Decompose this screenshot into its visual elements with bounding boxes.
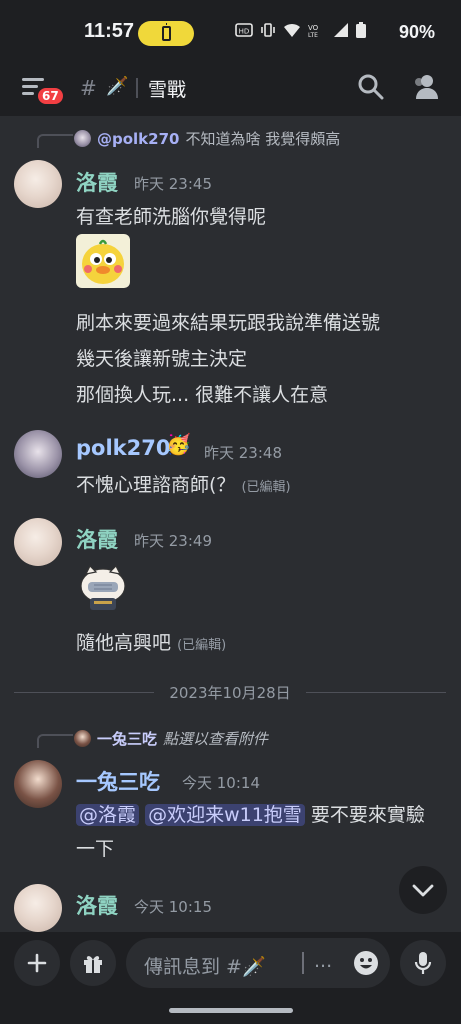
message-author[interactable]: 一兔三吃	[76, 766, 160, 796]
message-text: 一下	[76, 838, 115, 860]
reply-preview[interactable]: @polk270 不知道為啥 我覺得頗高	[74, 128, 340, 149]
reply-text: 點選以查看附件	[163, 730, 269, 748]
battery-level-icon	[356, 22, 366, 38]
message-placeholder: 傳訊息到 #🗡️	[144, 956, 266, 978]
message-text: 有查老師洗腦你覺得呢	[76, 206, 267, 228]
message-input[interactable]: 傳訊息到 #🗡️ ...	[126, 938, 390, 988]
message-text: 幾天後讓新號主決定	[76, 348, 248, 370]
message-timestamp: 昨天 23:49	[134, 532, 212, 550]
svg-text:HD: HD	[239, 28, 250, 36]
message-author[interactable]: 洛霞	[76, 167, 118, 197]
battery-icon	[161, 23, 171, 41]
date-divider: 2023年10月28日	[14, 682, 446, 702]
battery-percent: 90%	[398, 22, 435, 42]
user-mention[interactable]: @欢迎来w11抱雪	[145, 804, 305, 826]
signal-icon	[334, 23, 348, 37]
avatar	[74, 130, 91, 147]
message-composer: 傳訊息到 #🗡️ ...	[0, 932, 461, 1024]
avatar[interactable]	[14, 884, 62, 932]
members-icon[interactable]	[410, 72, 442, 102]
svg-text:VO: VO	[308, 24, 319, 32]
more-options[interactable]: ...	[314, 950, 332, 972]
message-author[interactable]: 洛霞	[76, 890, 118, 920]
role-icon: 🥳	[166, 432, 191, 456]
channel-title[interactable]: 雪戰	[148, 75, 186, 102]
edited-label: (已編輯)	[241, 480, 291, 495]
message-text: @洛霞 @欢迎来w11抱雪 要不要來實驗	[76, 800, 425, 827]
reply-text: 不知道為啥 我覺得頗高	[185, 130, 341, 148]
home-indicator	[169, 1008, 293, 1013]
message-text: 刷本來要過來結果玩跟我說準備送號	[76, 312, 381, 334]
microphone-icon	[414, 952, 432, 974]
menu-button[interactable]: 67	[18, 72, 65, 106]
volte-icon: VOLTE	[308, 24, 319, 38]
avatar[interactable]	[14, 518, 62, 566]
message-body: 隨他高興吧	[76, 632, 172, 654]
message-author[interactable]: 洛霞	[76, 524, 118, 554]
reply-author: @polk270	[97, 129, 180, 148]
message-text: 不愧心理諮商師(？ (已編輯)	[76, 470, 291, 497]
date-label: 2023年10月28日	[169, 684, 291, 702]
vibrate-icon	[261, 23, 275, 37]
duck-icon	[82, 239, 124, 284]
hd-icon: HD	[235, 23, 253, 37]
battery-saver-pill	[138, 21, 194, 46]
channel-header: 67 # 🗡️ 雪戰	[0, 64, 461, 116]
svg-text:LTE: LTE	[308, 32, 318, 38]
avatar[interactable]	[14, 160, 62, 208]
avatar[interactable]	[14, 430, 62, 478]
system-icons: HD VO LTE	[235, 22, 366, 38]
duck-sticker[interactable]	[76, 234, 130, 288]
reply-author: 一兔三吃	[97, 730, 158, 748]
gift-icon	[84, 956, 102, 973]
input-divider	[302, 952, 304, 974]
message-timestamp: 今天 10:15	[134, 898, 212, 916]
cat-icon	[80, 564, 126, 610]
message-timestamp: 昨天 23:48	[204, 444, 282, 462]
reply-connector	[37, 134, 73, 148]
user-mention[interactable]: @洛霞	[76, 804, 140, 826]
chevron-down-icon	[412, 884, 434, 897]
channel-hash-icon: #	[80, 76, 97, 100]
channel-divider	[136, 78, 138, 98]
add-attachment-button[interactable]	[14, 940, 60, 986]
message-author[interactable]: polk270	[76, 436, 170, 460]
message-body: 要不要來實驗	[304, 804, 425, 826]
channel-emoji: 🗡️	[106, 76, 129, 97]
edited-label: (已編輯)	[177, 638, 227, 653]
message-list[interactable]: @polk270 不知道為啥 我覺得頗高 洛霞 昨天 23:45 有查老師洗腦你…	[0, 116, 461, 932]
clock: 11:57	[84, 20, 135, 42]
search-icon[interactable]	[356, 72, 386, 102]
message-timestamp: 昨天 23:45	[134, 175, 212, 193]
message-body: 不愧心理諮商師(？	[76, 474, 236, 496]
notification-badge: 67	[36, 86, 65, 106]
plus-icon	[27, 953, 47, 973]
emoji-icon[interactable]	[352, 949, 380, 977]
wifi-icon	[284, 23, 300, 37]
avatar	[74, 730, 91, 747]
message-text: 那個換人玩... 很難不讓人在意	[76, 384, 329, 406]
avatar[interactable]	[14, 760, 62, 808]
cat-sticker[interactable]	[76, 560, 130, 614]
reply-preview[interactable]: 一兔三吃 點選以查看附件	[74, 728, 268, 749]
scroll-to-bottom-button[interactable]	[399, 866, 447, 914]
status-bar: 11:57 HD VO LTE 90%	[0, 0, 461, 64]
gift-button[interactable]	[70, 940, 116, 986]
message-timestamp: 今天 10:14	[182, 774, 260, 792]
voice-message-button[interactable]	[400, 940, 446, 986]
reply-connector	[37, 734, 73, 748]
message-text: 隨他高興吧 (已編輯)	[76, 628, 226, 655]
